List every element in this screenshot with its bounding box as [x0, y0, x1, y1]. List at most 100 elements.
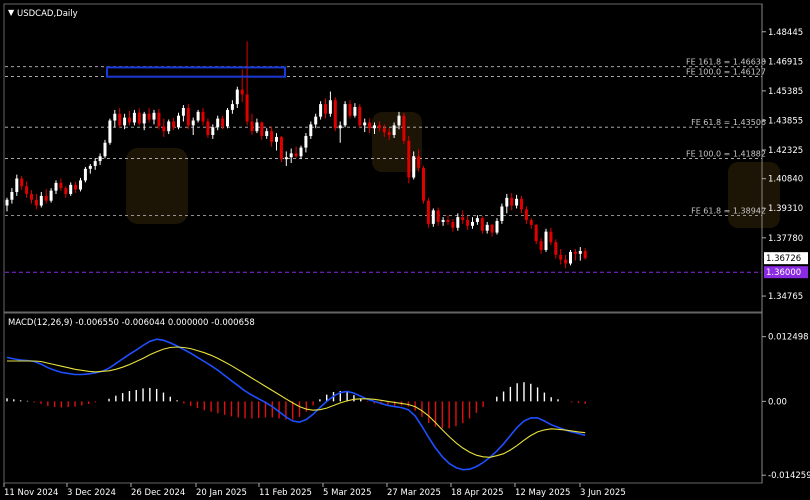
candle-body	[49, 190, 53, 201]
candle-body	[475, 218, 479, 222]
candle-body	[422, 167, 425, 201]
candle-body	[260, 122, 264, 136]
triangle-down-icon[interactable]: ▼	[8, 8, 15, 17]
macd-title: MACD(12,26,9) -0.006550 -0.006044 0.0000…	[8, 318, 255, 328]
candle-body	[461, 217, 465, 221]
candle-body	[573, 251, 577, 254]
candle-body	[377, 125, 381, 129]
fe-level-label: FE 61.8 = 1.43506	[691, 118, 766, 127]
candle-body	[353, 107, 357, 116]
fe-level-label: FE 161.8 = 1.46638	[686, 58, 766, 67]
candle-body	[172, 121, 176, 128]
candle-body	[230, 104, 234, 110]
candle-body	[368, 122, 372, 129]
candle-body	[196, 111, 200, 121]
candle-body	[549, 231, 553, 243]
macd-tick-label: 0.00	[768, 397, 787, 407]
candle-body	[167, 121, 171, 132]
candle-body	[426, 200, 430, 224]
candle-body	[510, 197, 514, 206]
candle-body	[191, 120, 195, 126]
candle-body	[554, 242, 558, 255]
candle-body	[358, 107, 362, 126]
candle-body	[324, 104, 327, 114]
candle-body	[333, 100, 337, 129]
candle-body	[30, 193, 33, 200]
candle-body	[108, 120, 112, 143]
candle	[83, 166, 87, 183]
candle	[402, 112, 406, 144]
candle-body	[216, 118, 220, 128]
candle-body	[505, 197, 509, 207]
candle-body	[338, 125, 342, 129]
candle-body	[69, 184, 73, 194]
price-tick-label: 1.46915	[768, 57, 803, 67]
candle-body	[348, 104, 352, 116]
candle-body	[98, 156, 102, 162]
candle-body	[132, 112, 136, 123]
candle-body	[289, 153, 293, 158]
candle-body	[490, 224, 494, 233]
candle-body	[240, 89, 244, 95]
candle-body	[407, 140, 411, 178]
chart-title: USDCAD,Daily	[17, 9, 78, 19]
candle-body	[319, 104, 323, 117]
price-tick-label: 1.42325	[768, 146, 803, 156]
candle-body	[539, 241, 543, 250]
candle-body	[515, 198, 519, 206]
candle-body	[279, 136, 283, 160]
candle-body	[559, 254, 563, 260]
time-tick-label: 11 Nov 2024	[4, 488, 58, 498]
chart-window: ▼ USDCAD,Daily FE 161.8 = 1.46638 FE 100.…	[0, 0, 810, 500]
candle-body	[471, 221, 474, 226]
candle-body	[343, 104, 347, 126]
candle-body	[265, 131, 269, 136]
fe-level-label: FE 100.0 = 1.46127	[686, 68, 766, 77]
candle	[544, 228, 548, 252]
candle-body	[524, 209, 528, 221]
candle-body	[128, 117, 131, 123]
candle-body	[373, 125, 376, 129]
candle	[407, 135, 411, 184]
candle-body	[152, 112, 156, 120]
candle-body	[304, 135, 308, 148]
candle-body	[314, 116, 318, 125]
candle-body	[10, 192, 14, 200]
candle-body	[226, 109, 229, 127]
price-tick-label: 1.40840	[768, 175, 803, 185]
candle	[422, 165, 425, 204]
candle	[333, 97, 337, 132]
candle-body	[93, 161, 97, 166]
candle-body	[74, 184, 78, 190]
candle-body	[88, 165, 92, 169]
candle-body	[39, 195, 43, 206]
candle-body	[466, 220, 470, 226]
time-tick-label: 5 Mar 2025	[323, 488, 371, 498]
candle	[426, 197, 430, 228]
candle-body	[34, 199, 38, 206]
support-price-label: 1.36000	[766, 268, 801, 278]
candle-body	[363, 122, 367, 126]
candle-body	[436, 210, 440, 222]
candle-body	[397, 115, 401, 126]
candle-body	[284, 157, 288, 160]
price-tick-label: 1.37780	[768, 234, 803, 244]
candle-body	[177, 115, 180, 128]
candle	[534, 223, 538, 245]
time-tick-label: 27 Mar 2025	[387, 488, 441, 498]
candle-body	[456, 217, 460, 228]
candle	[343, 101, 347, 128]
candle-body	[534, 224, 538, 242]
candle-body	[417, 156, 421, 168]
price-tick-label: 1.43855	[768, 116, 803, 126]
candle-body	[181, 107, 185, 116]
candle-body	[147, 113, 151, 120]
candle-body	[451, 221, 455, 228]
candle-body	[270, 131, 274, 142]
candle-body	[583, 250, 587, 259]
candle-body	[186, 107, 190, 126]
candle-body	[5, 199, 9, 206]
candle-body	[485, 224, 489, 231]
price-tick-label: 1.34765	[768, 292, 803, 302]
candle-body	[59, 182, 63, 189]
